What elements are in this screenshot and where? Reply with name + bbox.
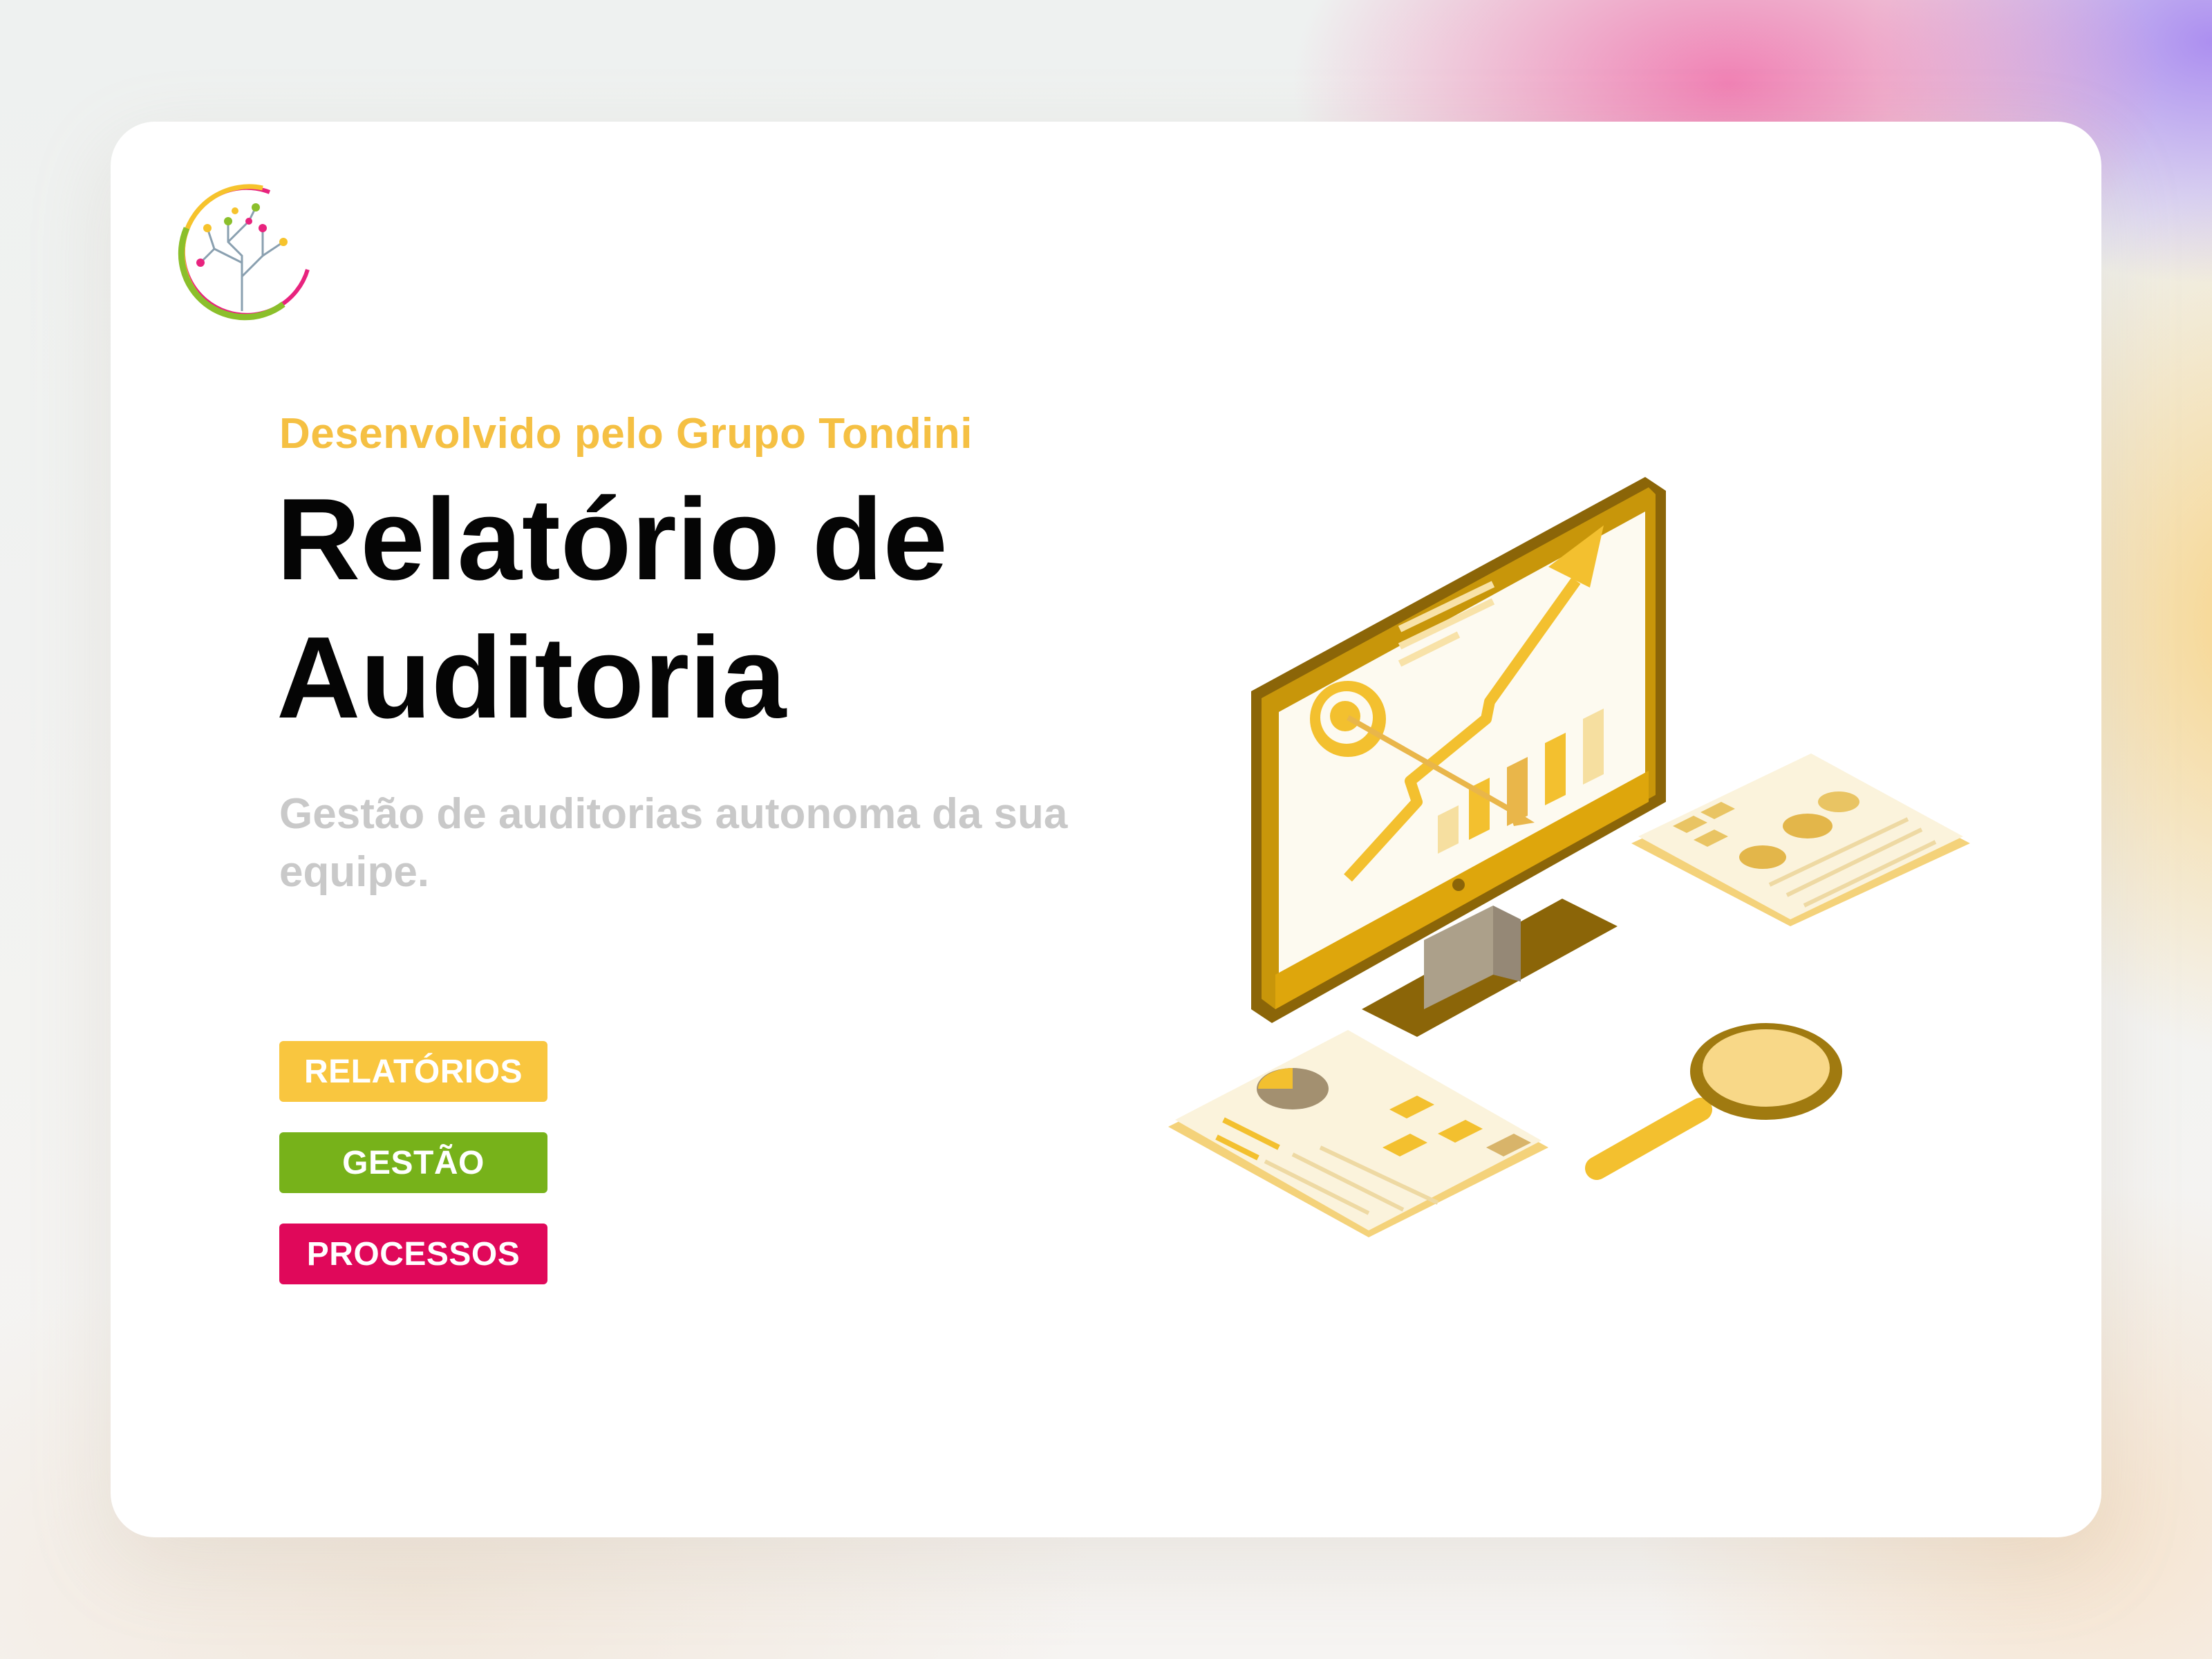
subtitle: Desenvolvido pelo Grupo Tondini	[279, 410, 973, 458]
magnifier-icon	[1585, 1023, 1842, 1180]
description: Gestão de auditorias autonoma da sua equ…	[279, 790, 1068, 896]
monitor-growth-chart-illustration	[1168, 477, 1970, 1237]
title-line-2: Auditoria	[276, 612, 787, 742]
relatorios-button[interactable]: RELATÓRIOS	[279, 1041, 547, 1102]
left-report-document	[1168, 1030, 1548, 1237]
tree-network-logo-icon	[178, 184, 314, 322]
processos-button[interactable]: PROCESSOS	[279, 1224, 547, 1284]
gestao-button[interactable]: GESTÃO	[279, 1132, 547, 1193]
right-report-document	[1631, 753, 1970, 926]
title-line-1: Relatório de	[276, 474, 948, 604]
page-title: Relatório de Auditoria	[276, 470, 1175, 747]
